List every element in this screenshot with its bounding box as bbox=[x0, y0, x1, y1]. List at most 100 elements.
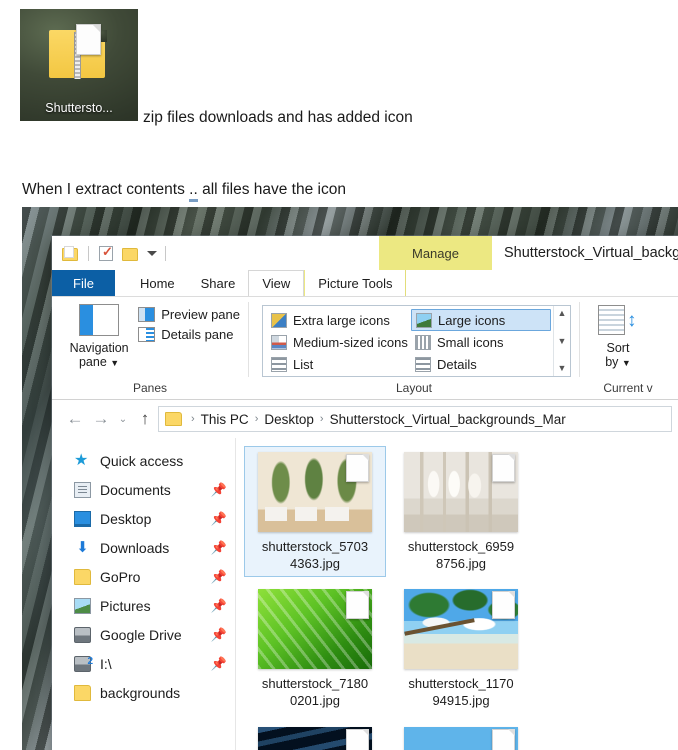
post-line-2: When I extract contents .. all files hav… bbox=[22, 180, 346, 203]
file-item[interactable]: shutterstock_71800201.jpg bbox=[244, 583, 386, 714]
document-overlay-icon bbox=[76, 24, 101, 55]
file-thumbnail bbox=[258, 726, 372, 750]
up-button[interactable]: ↑ bbox=[132, 406, 158, 432]
desktop-zip-icon[interactable]: Shuttersto... bbox=[20, 9, 138, 121]
ribbon-group-title-panes: Panes bbox=[132, 381, 168, 395]
documents-icon bbox=[74, 481, 91, 498]
sidebar-item-drive-i[interactable]: I:\ 📌 bbox=[52, 649, 235, 678]
folder-icon[interactable] bbox=[121, 244, 140, 263]
preview-pane-button[interactable]: Preview pane bbox=[138, 307, 240, 322]
pin-icon[interactable]: 📌 bbox=[211, 627, 227, 643]
sidebar-item-desktop[interactable]: Desktop 📌 bbox=[52, 504, 235, 533]
preview-pane-icon bbox=[138, 307, 156, 322]
pin-icon[interactable]: 📌 bbox=[211, 569, 227, 585]
sort-by-icon: ↕ bbox=[598, 304, 638, 336]
sidebar-item-backgrounds[interactable]: backgrounds bbox=[52, 678, 235, 707]
new-folder-icon[interactable] bbox=[61, 244, 80, 263]
ribbon-group-title-current-view: Current v bbox=[603, 381, 653, 395]
gallery-scrollbar[interactable]: ▲ ▼ ▼ bbox=[553, 306, 570, 376]
pin-icon[interactable]: 📌 bbox=[211, 540, 227, 556]
tab-home[interactable]: Home bbox=[127, 270, 188, 296]
tab-view[interactable]: View bbox=[248, 270, 305, 296]
address-bar: ← → ⌄ ↑ › This PC › Desktop › Shuttersto… bbox=[52, 400, 678, 438]
customize-qat-caret-icon[interactable] bbox=[147, 250, 157, 256]
sidebar-label-backgrounds: backgrounds bbox=[100, 684, 181, 701]
layout-gallery-column-2: Large icons Small icons Details bbox=[407, 306, 551, 376]
sidebar-item-downloads[interactable]: ⬇ Downloads 📌 bbox=[52, 533, 235, 562]
navigation-pane-button[interactable]: Navigation pane ▼ bbox=[60, 304, 138, 370]
layout-extra-large-icons[interactable]: Extra large icons bbox=[267, 309, 407, 331]
sidebar-item-gopro[interactable]: GoPro 📌 bbox=[52, 562, 235, 591]
navigation-pane-icon bbox=[79, 304, 120, 336]
file-name: shutterstock_117094915.jpg bbox=[408, 676, 514, 709]
file-item[interactable]: shutterstock_57034363.jpg bbox=[244, 446, 386, 578]
recent-locations-button[interactable]: ⌄ bbox=[114, 406, 132, 432]
file-name: shutterstock_57034363.jpg bbox=[261, 539, 369, 572]
document-overlay-icon bbox=[492, 454, 515, 482]
layout-medium-icons-label: Medium-sized icons bbox=[293, 334, 408, 350]
breadcrumb-this-pc[interactable]: This PC bbox=[201, 412, 249, 427]
gallery-more-icon[interactable]: ▼ bbox=[558, 364, 567, 373]
file-list-pane: shutterstock_57034363.jpg shutterstock_6… bbox=[236, 438, 678, 750]
file-item[interactable]: shutterstock_69598756.jpg bbox=[390, 446, 532, 577]
sort-by-button[interactable]: ↕ Sort by ▼ bbox=[588, 304, 648, 370]
quick-access-toolbar bbox=[52, 244, 169, 263]
layout-extra-large-icons-label: Extra large icons bbox=[293, 312, 390, 328]
scroll-down-icon[interactable]: ▼ bbox=[558, 336, 567, 346]
file-item[interactable]: shutterstock_119831752.jpg bbox=[390, 721, 532, 750]
chevron-down-icon[interactable]: ▼ bbox=[110, 358, 119, 368]
file-name: shutterstock_71800201.jpg bbox=[261, 676, 369, 709]
breadcrumb-desktop[interactable]: Desktop bbox=[264, 412, 314, 427]
sidebar-label-documents: Documents bbox=[100, 481, 171, 498]
layout-list[interactable]: List bbox=[267, 353, 407, 375]
folder-icon bbox=[74, 684, 91, 701]
breadcrumb-separator-2: › bbox=[319, 413, 324, 425]
folder-icon bbox=[74, 568, 91, 585]
file-thumbnail bbox=[404, 726, 518, 750]
details-pane-label: Details pane bbox=[161, 327, 234, 342]
tab-file[interactable]: File bbox=[52, 270, 115, 296]
layout-small-icons[interactable]: Small icons bbox=[411, 331, 551, 353]
tab-share[interactable]: Share bbox=[188, 270, 249, 296]
layout-small-icons-label: Small icons bbox=[437, 334, 504, 350]
details-view-icon bbox=[415, 356, 431, 372]
layout-large-icons-label: Large icons bbox=[438, 312, 506, 328]
sidebar-item-google-drive[interactable]: Google Drive 📌 bbox=[52, 620, 235, 649]
spelling-underline bbox=[189, 199, 198, 203]
navigation-pane-label-1: Navigation bbox=[69, 341, 129, 355]
sidebar-label-downloads: Downloads bbox=[100, 539, 170, 556]
file-item[interactable]: shutterstock_117094915.jpg bbox=[390, 583, 532, 714]
pin-icon[interactable]: 📌 bbox=[211, 598, 227, 614]
back-button[interactable]: ← bbox=[62, 406, 88, 432]
qat-separator bbox=[88, 245, 89, 261]
properties-icon[interactable] bbox=[97, 244, 116, 263]
sidebar-item-pictures[interactable]: Pictures 📌 bbox=[52, 591, 235, 620]
list-view-icon bbox=[271, 356, 287, 372]
forward-button[interactable]: → bbox=[88, 406, 114, 432]
file-thumbnail bbox=[258, 589, 372, 670]
sidebar-item-documents[interactable]: Documents 📌 bbox=[52, 475, 235, 504]
pin-icon[interactable]: 📌 bbox=[211, 656, 227, 672]
scroll-up-icon[interactable]: ▲ bbox=[558, 309, 567, 318]
file-thumbnail bbox=[404, 589, 518, 670]
breadcrumb[interactable]: › This PC › Desktop › Shutterstock_Virtu… bbox=[158, 406, 672, 432]
breadcrumb-separator-1: › bbox=[254, 413, 259, 425]
layout-large-icons[interactable]: Large icons bbox=[411, 309, 551, 331]
breadcrumb-current-folder[interactable]: Shutterstock_Virtual_backgrounds_Mar bbox=[330, 412, 566, 427]
sidebar-item-quick-access[interactable]: ★ Quick access bbox=[52, 446, 235, 475]
file-explorer-window: Manage Shutterstock_Virtual_backgrou Fil… bbox=[52, 236, 678, 750]
file-item[interactable]: shutterstock_117410941.jpg bbox=[244, 721, 386, 750]
pin-icon[interactable]: 📌 bbox=[211, 482, 227, 498]
tab-picture-tools[interactable]: Picture Tools bbox=[304, 270, 407, 296]
document-overlay-icon bbox=[492, 728, 515, 750]
layout-details[interactable]: Details bbox=[411, 353, 551, 375]
title-bar: Manage Shutterstock_Virtual_backgrou bbox=[52, 236, 678, 270]
chevron-down-icon-sort[interactable]: ▼ bbox=[622, 358, 631, 368]
sidebar-label-drive-i: I:\ bbox=[100, 655, 112, 672]
pin-icon[interactable]: 📌 bbox=[211, 511, 227, 527]
document-overlay-icon bbox=[346, 591, 369, 620]
document-overlay-icon bbox=[346, 728, 369, 750]
details-pane-button[interactable]: Details pane bbox=[138, 327, 240, 342]
layout-medium-icons[interactable]: Medium-sized icons bbox=[267, 331, 408, 353]
zip-folder-icon bbox=[49, 24, 107, 82]
